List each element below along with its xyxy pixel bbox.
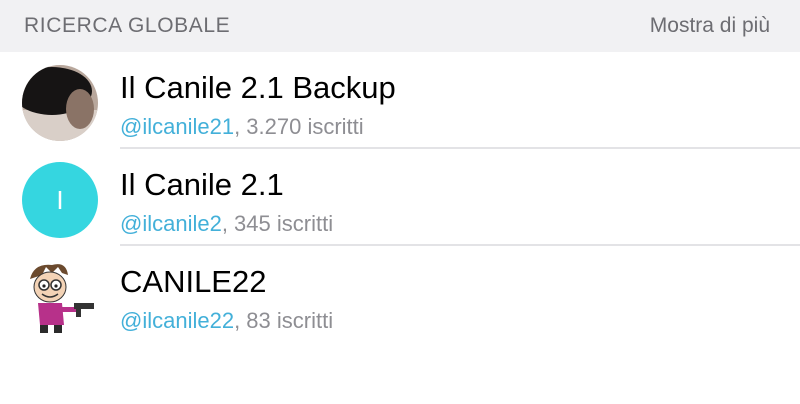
chat-name: Il Canile 2.1 Backup xyxy=(120,70,396,105)
list-item[interactable]: Il Canile 2.1 Backup @ilcanile21, 3.270 … xyxy=(0,52,800,149)
results-list: Il Canile 2.1 Backup @ilcanile21, 3.270 … xyxy=(0,52,800,343)
section-title: RICERCA GLOBALE xyxy=(24,14,231,37)
list-item[interactable]: CANILE22 @ilcanile22, 83 iscritti xyxy=(0,246,800,343)
chat-name: Il Canile 2.1 xyxy=(120,167,284,202)
chat-subtitle: @ilcanile21, 3.270 iscritti xyxy=(120,114,364,140)
member-count: , 3.270 iscritti xyxy=(234,114,364,139)
list-item[interactable]: I Il Canile 2.1 @ilcanile2, 345 iscritti xyxy=(0,149,800,246)
chat-subtitle: @ilcanile22, 83 iscritti xyxy=(120,308,333,334)
chat-handle[interactable]: @ilcanile2 xyxy=(120,211,222,236)
cartoon-character-icon xyxy=(22,259,98,335)
member-count: , 345 iscritti xyxy=(221,211,334,236)
section-header: RICERCA GLOBALE Mostra di più xyxy=(0,0,800,52)
member-count: , 83 iscritti xyxy=(234,308,334,333)
show-more-button[interactable]: Mostra di più xyxy=(650,14,770,38)
global-search-results: RICERCA GLOBALE Mostra di più Il Canile … xyxy=(0,0,800,404)
photo-avatar xyxy=(22,65,98,141)
avatar-initial: I xyxy=(22,162,98,238)
chat-subtitle: @ilcanile2, 345 iscritti xyxy=(120,211,333,237)
photo-avatar-image xyxy=(22,65,98,141)
cartoon-avatar xyxy=(22,259,98,335)
chat-name: CANILE22 xyxy=(120,264,267,299)
chat-handle[interactable]: @ilcanile22 xyxy=(120,308,234,333)
letter-avatar: I xyxy=(22,162,98,238)
chat-handle[interactable]: @ilcanile21 xyxy=(120,114,234,139)
